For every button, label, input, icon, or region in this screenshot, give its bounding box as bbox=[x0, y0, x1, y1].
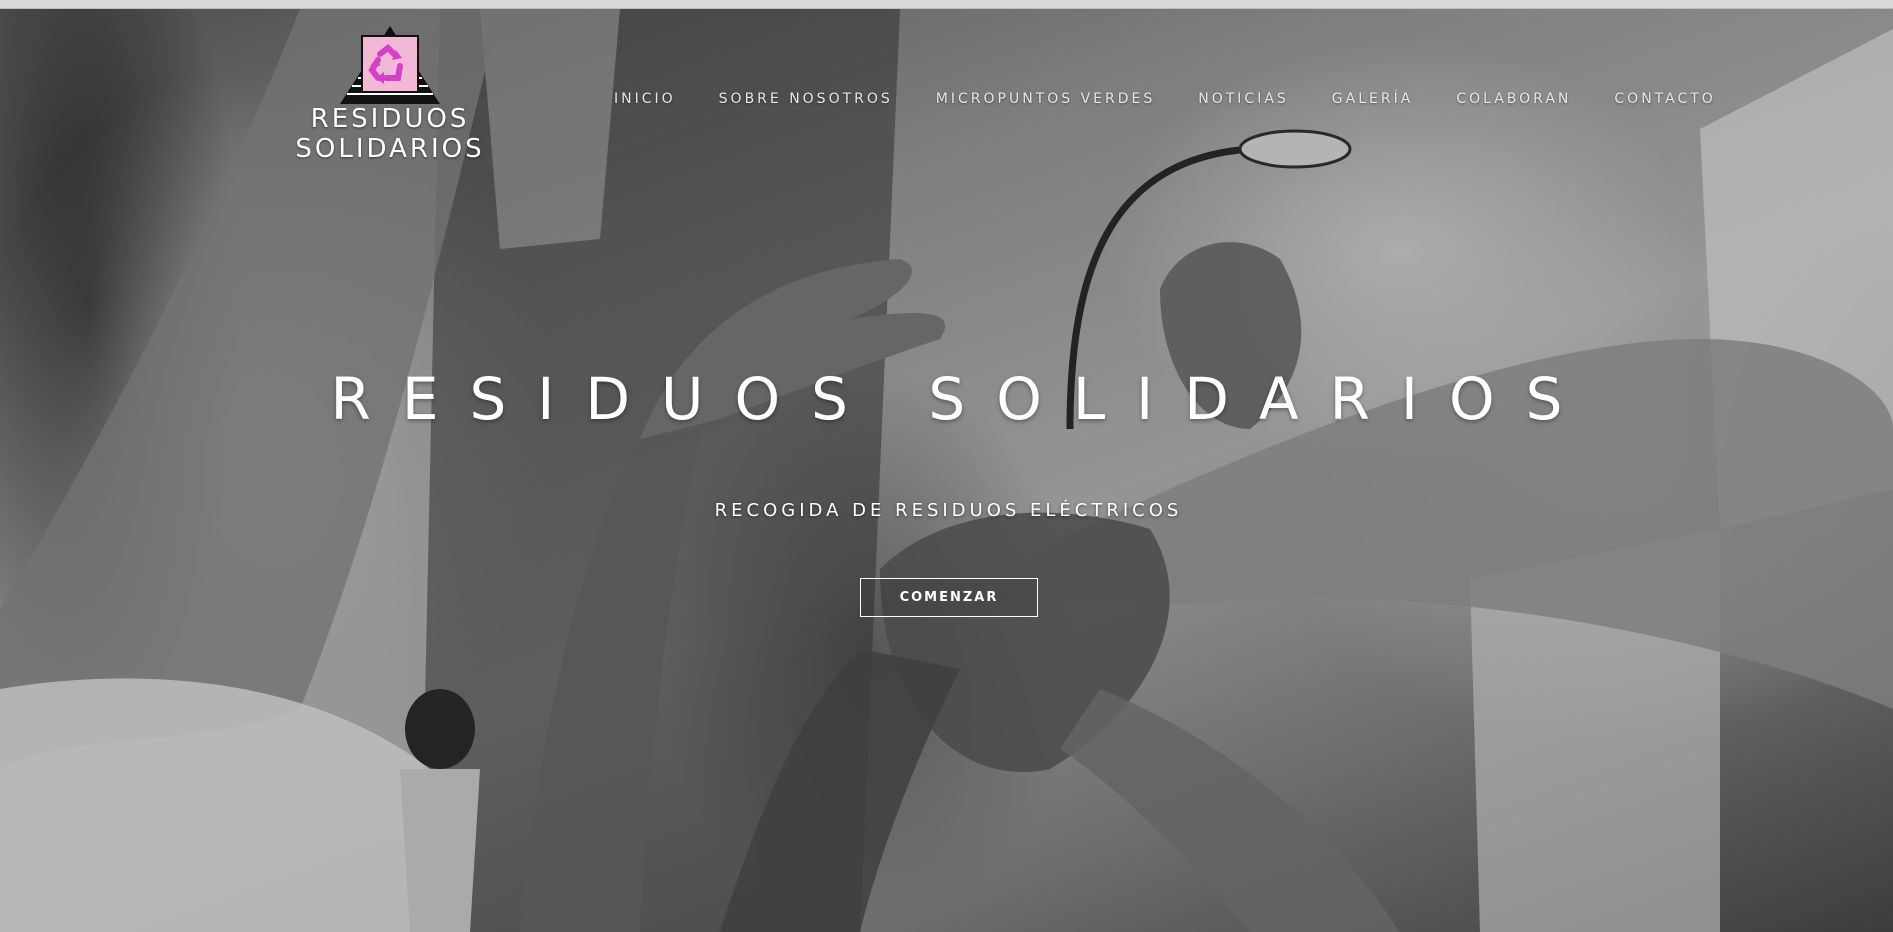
nav-item-galeria[interactable]: GALERÍA bbox=[1332, 91, 1414, 107]
nav-item-contacto[interactable]: CONTACTO bbox=[1614, 91, 1715, 107]
hero-title: RESIDUOS SOLIDARIOS bbox=[330, 365, 1594, 433]
nav-item-micropuntos-verdes[interactable]: MICROPUNTOS VERDES bbox=[936, 91, 1155, 107]
logo-line-2: SOLIDARIOS bbox=[295, 134, 485, 164]
hero-section bbox=[0, 9, 1893, 932]
browser-top-edge bbox=[0, 0, 1893, 9]
main-nav: INICIO SOBRE NOSOTROS MICROPUNTOS VERDES… bbox=[614, 91, 1759, 107]
nav-item-colaboran[interactable]: COLABORAN bbox=[1456, 91, 1571, 107]
recycle-icon bbox=[340, 26, 440, 104]
nav-item-inicio[interactable]: INICIO bbox=[614, 91, 676, 107]
nav-item-sobre-nosotros[interactable]: SOBRE NOSOTROS bbox=[719, 91, 893, 107]
logo-line-1: RESIDUOS bbox=[310, 104, 470, 134]
hero-subtitle: RECOGIDA DE RESIDUOS ELÉCTRICOS bbox=[714, 500, 1183, 521]
site-logo[interactable]: RESIDUOS SOLIDARIOS bbox=[290, 24, 490, 174]
hero-overlay bbox=[0, 9, 1893, 932]
logo-wordmark: RESIDUOS SOLIDARIOS bbox=[290, 104, 490, 164]
nav-item-noticias[interactable]: NOTICIAS bbox=[1198, 91, 1289, 107]
comenzar-button[interactable]: COMENZAR bbox=[860, 578, 1038, 617]
